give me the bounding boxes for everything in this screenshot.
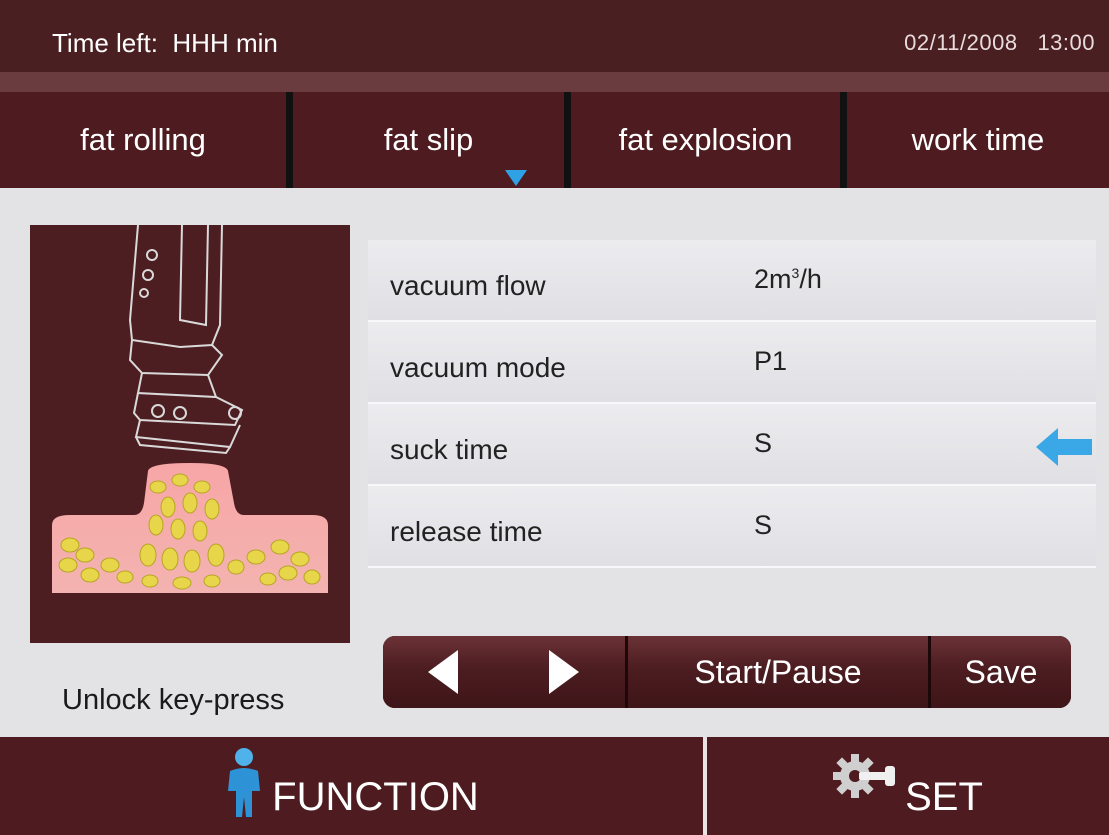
status-bar-stripe: [0, 72, 1109, 92]
bottom-nav: FUNCTION SET: [0, 737, 1109, 835]
setting-value: 2m3/h: [754, 264, 822, 295]
setting-label: release time: [390, 516, 543, 547]
selection-arrow-icon: [1036, 428, 1092, 466]
setting-label: vacuum mode: [390, 352, 566, 383]
start-pause-label: Start/Pause: [694, 653, 862, 690]
setting-label: suck time: [390, 434, 509, 465]
status-bar: Time left: HHH min 02/11/2008 13:00: [0, 0, 1109, 92]
tab-divider: [840, 92, 847, 188]
tab-fat-slip[interactable]: fat slip: [293, 92, 564, 188]
setting-value: S: [754, 428, 773, 458]
tab-work-time[interactable]: work time: [847, 92, 1109, 188]
function-label: FUNCTION: [272, 774, 479, 819]
setting-row-release-time[interactable]: release time S: [368, 486, 1096, 568]
date-time: 02/11/2008 13:00: [904, 30, 1095, 56]
tab-fat-explosion[interactable]: fat explosion: [571, 92, 840, 188]
setting-row-suck-time[interactable]: suck time S: [368, 404, 1096, 486]
settings-list: vacuum flow 2m3/h vacuum mode P1 suck ti…: [368, 240, 1096, 568]
tab-divider: [564, 92, 571, 188]
tab-fat-rolling[interactable]: fat rolling: [0, 92, 286, 188]
treatment-illustration: [30, 225, 350, 643]
clock-text: 13:00: [1037, 30, 1095, 55]
value-unit-tail: /h: [799, 264, 822, 294]
control-bar: Start/Pause Save: [383, 636, 1071, 708]
function-button[interactable]: FUNCTION: [0, 737, 703, 835]
tab-label: fat explosion: [618, 122, 793, 157]
next-button[interactable]: [503, 636, 625, 708]
tab-divider: [286, 92, 293, 188]
tab-label: fat rolling: [80, 122, 206, 157]
tab-label: work time: [911, 122, 1045, 157]
person-icon: [228, 748, 261, 817]
device-screen: Time left: HHH min 02/11/2008 13:00 fat …: [0, 0, 1109, 835]
value-main: 2m: [754, 264, 792, 294]
mode-tabs: fat rolling fat slip fat explosion work …: [0, 92, 1109, 188]
active-tab-indicator-icon: [505, 170, 527, 186]
time-left-text: Time left: HHH min: [52, 28, 278, 58]
start-pause-button[interactable]: Start/Pause: [628, 636, 928, 708]
save-button[interactable]: Save: [931, 636, 1071, 708]
prev-button[interactable]: [383, 636, 503, 708]
set-label: SET: [905, 774, 983, 819]
setting-label: vacuum flow: [390, 270, 546, 301]
date-text: 02/11/2008: [904, 30, 1018, 55]
gear-wrench-icon: [833, 754, 896, 798]
setting-value: S: [754, 510, 773, 540]
set-button[interactable]: SET: [707, 737, 1109, 835]
handpiece-and-fat-illustration: [52, 225, 328, 593]
unlock-key-press-label[interactable]: Unlock key-press: [62, 684, 284, 717]
triangle-left-icon: [428, 650, 458, 694]
setting-row-vacuum-mode[interactable]: vacuum mode P1: [368, 322, 1096, 404]
setting-row-vacuum-flow[interactable]: vacuum flow 2m3/h: [368, 240, 1096, 322]
setting-value: P1: [754, 346, 788, 376]
tab-label: fat slip: [383, 122, 474, 157]
save-label: Save: [964, 653, 1038, 690]
triangle-right-icon: [549, 650, 579, 694]
